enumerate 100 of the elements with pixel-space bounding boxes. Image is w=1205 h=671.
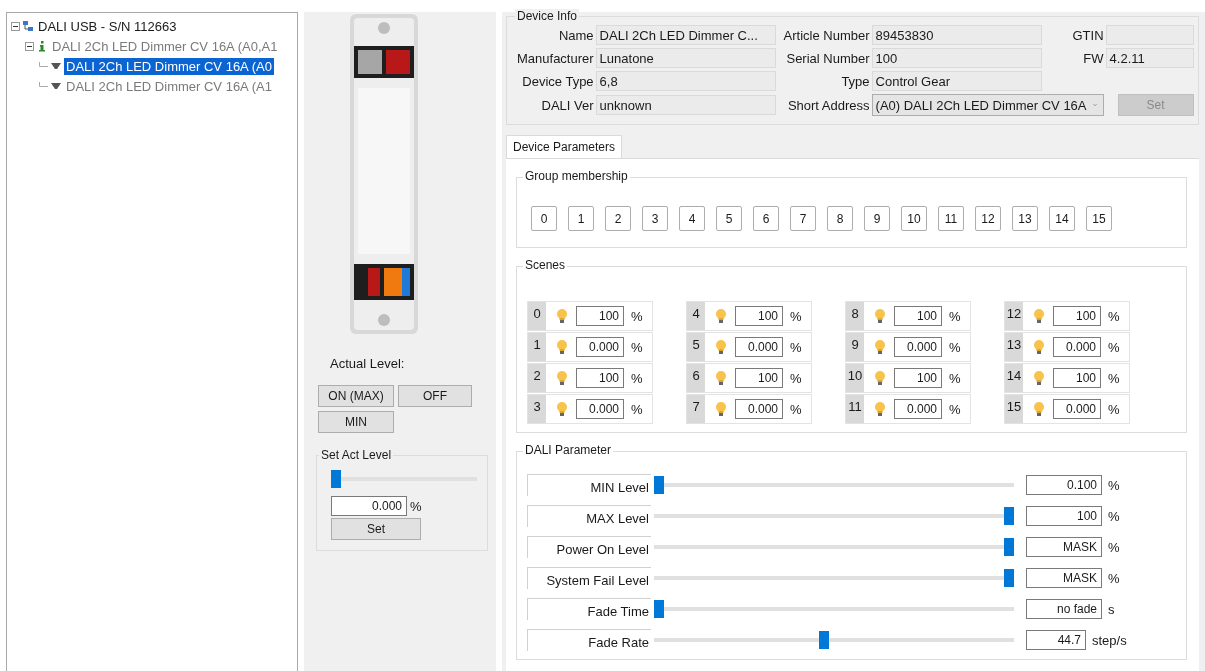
info-field: 6,8 xyxy=(595,71,776,91)
parameter-field[interactable]: 0.100 xyxy=(1026,475,1102,495)
field-label: Device Type xyxy=(521,73,594,89)
slider-thumb[interactable] xyxy=(1004,507,1014,525)
scene-number: 9 xyxy=(846,333,864,361)
unit-label: % xyxy=(949,401,961,417)
scene-level-field[interactable]: 100 xyxy=(894,368,942,388)
unit-label: % xyxy=(1108,539,1120,555)
scene-level-field[interactable]: 0.000 xyxy=(1053,337,1101,357)
scene-level-field[interactable]: 100 xyxy=(735,306,783,326)
unit-label: % xyxy=(1108,508,1120,524)
group-button[interactable]: 13 xyxy=(1012,206,1038,231)
group-button[interactable]: 11 xyxy=(938,206,964,231)
group-button[interactable]: 14 xyxy=(1049,206,1075,231)
slider-thumb[interactable] xyxy=(1004,569,1014,587)
scene-level-field[interactable]: 0.000 xyxy=(894,399,942,419)
group-button[interactable]: 15 xyxy=(1086,206,1112,231)
scene-level-field[interactable]: 0.000 xyxy=(894,337,942,357)
scene-level-field[interactable]: 100 xyxy=(1053,368,1101,388)
slider-thumb[interactable] xyxy=(1004,538,1014,556)
group-button[interactable]: 8 xyxy=(827,206,853,231)
slider-thumb[interactable] xyxy=(331,470,341,488)
scene-number: 4 xyxy=(687,302,705,330)
bulb-icon xyxy=(556,339,568,355)
scene-level-field[interactable]: 100 xyxy=(894,306,942,326)
level-button[interactable]: OFF xyxy=(398,385,472,407)
tree-item[interactable]: DALI USB - S/N 112663 xyxy=(36,17,179,35)
scene-number: 2 xyxy=(528,364,546,392)
unit-label: % xyxy=(1108,477,1120,493)
tab[interactable]: Device Parameters xyxy=(506,135,623,158)
parameter-slider[interactable] xyxy=(654,600,1014,618)
parameter-field[interactable]: MASK xyxy=(1026,568,1102,588)
scene-level-field[interactable]: 0.000 xyxy=(576,337,624,357)
info-field: 100 xyxy=(871,48,1042,68)
group-title: Group membership xyxy=(523,169,630,183)
bulb-icon xyxy=(874,370,886,386)
tree-item[interactable]: DALI 2Ch LED Dimmer CV 16A (A1 xyxy=(64,77,274,95)
field-label: Article Number xyxy=(782,27,870,43)
unit-label: % xyxy=(949,370,961,386)
bulb-icon xyxy=(874,339,886,355)
group-button[interactable]: 3 xyxy=(642,206,668,231)
group-button[interactable]: 6 xyxy=(753,206,779,231)
slider-thumb[interactable] xyxy=(654,600,664,618)
unit-label: % xyxy=(410,498,422,514)
scene-level-field[interactable]: 100 xyxy=(576,368,624,388)
bulb-icon xyxy=(1033,308,1045,324)
group-button[interactable]: 1 xyxy=(568,206,594,231)
scene-number: 1 xyxy=(528,333,546,361)
tree-item[interactable]: DALI 2Ch LED Dimmer CV 16A (A0 xyxy=(64,57,274,75)
parameter-slider[interactable] xyxy=(654,476,1014,494)
scene-level-field[interactable]: 100 xyxy=(576,306,624,326)
scene-level-field[interactable]: 0.000 xyxy=(576,399,624,419)
parameter-label: Fade Rate xyxy=(527,629,651,651)
group-button[interactable]: 0 xyxy=(531,206,557,231)
scene-level-field[interactable]: 0.000 xyxy=(1053,399,1101,419)
address-dropdown[interactable]: (A0) DALI 2Ch LED Dimmer CV 16A xyxy=(871,94,1104,116)
parameter-slider[interactable] xyxy=(654,569,1014,587)
scene-level-field[interactable]: 100 xyxy=(735,368,783,388)
collapse-icon[interactable] xyxy=(11,21,20,31)
group-title: Set Act Level xyxy=(319,448,394,462)
parameter-slider[interactable] xyxy=(654,538,1014,556)
info-field: unknown xyxy=(595,95,776,115)
parameter-field[interactable]: 44.7 xyxy=(1026,630,1086,650)
slider-thumb[interactable] xyxy=(818,631,829,649)
group-button[interactable]: 7 xyxy=(790,206,816,231)
bulb-icon xyxy=(715,370,727,386)
tree-item[interactable]: DALI 2Ch LED Dimmer CV 16A (A0,A1 xyxy=(50,37,280,55)
scene-number: 10 xyxy=(846,364,864,392)
scene-number: 11 xyxy=(846,395,864,423)
group-button[interactable]: 5 xyxy=(716,206,742,231)
parameter-slider[interactable] xyxy=(654,631,1014,649)
unit-label: % xyxy=(1108,370,1120,386)
scene-level-field[interactable]: 0.000 xyxy=(735,337,783,357)
scene-number: 7 xyxy=(687,395,705,423)
scene-number: 12 xyxy=(1005,302,1023,330)
group-button[interactable]: 2 xyxy=(605,206,631,231)
scene-number: 0 xyxy=(528,302,546,330)
slider-thumb[interactable] xyxy=(654,476,664,494)
parameter-slider[interactable] xyxy=(654,507,1014,525)
group-button[interactable]: 10 xyxy=(901,206,927,231)
scene-number: 3 xyxy=(528,395,546,423)
level-button[interactable]: MIN xyxy=(318,411,394,433)
scene-level-field[interactable]: 0.000 xyxy=(735,399,783,419)
parameter-field[interactable]: no fade xyxy=(1026,599,1102,619)
info-field: 4.2.11 xyxy=(1105,48,1194,68)
group-button[interactable]: 4 xyxy=(679,206,705,231)
scene-level-field[interactable]: 100 xyxy=(1053,306,1101,326)
collapse-icon[interactable] xyxy=(25,41,34,51)
parameter-label: MIN Level xyxy=(527,474,651,496)
unit-label: % xyxy=(790,370,802,386)
level-field[interactable]: 0.000 xyxy=(331,496,407,516)
unit-label: % xyxy=(790,339,802,355)
field-label: Manufacturer xyxy=(516,50,594,66)
level-button[interactable]: ON (MAX) xyxy=(318,385,394,407)
set-button[interactable]: Set xyxy=(331,518,421,540)
group-button[interactable]: 12 xyxy=(975,206,1001,231)
parameter-field[interactable]: MASK xyxy=(1026,537,1102,557)
parameter-field[interactable]: 100 xyxy=(1026,506,1102,526)
level-slider[interactable] xyxy=(331,470,477,488)
group-button[interactable]: 9 xyxy=(864,206,890,231)
